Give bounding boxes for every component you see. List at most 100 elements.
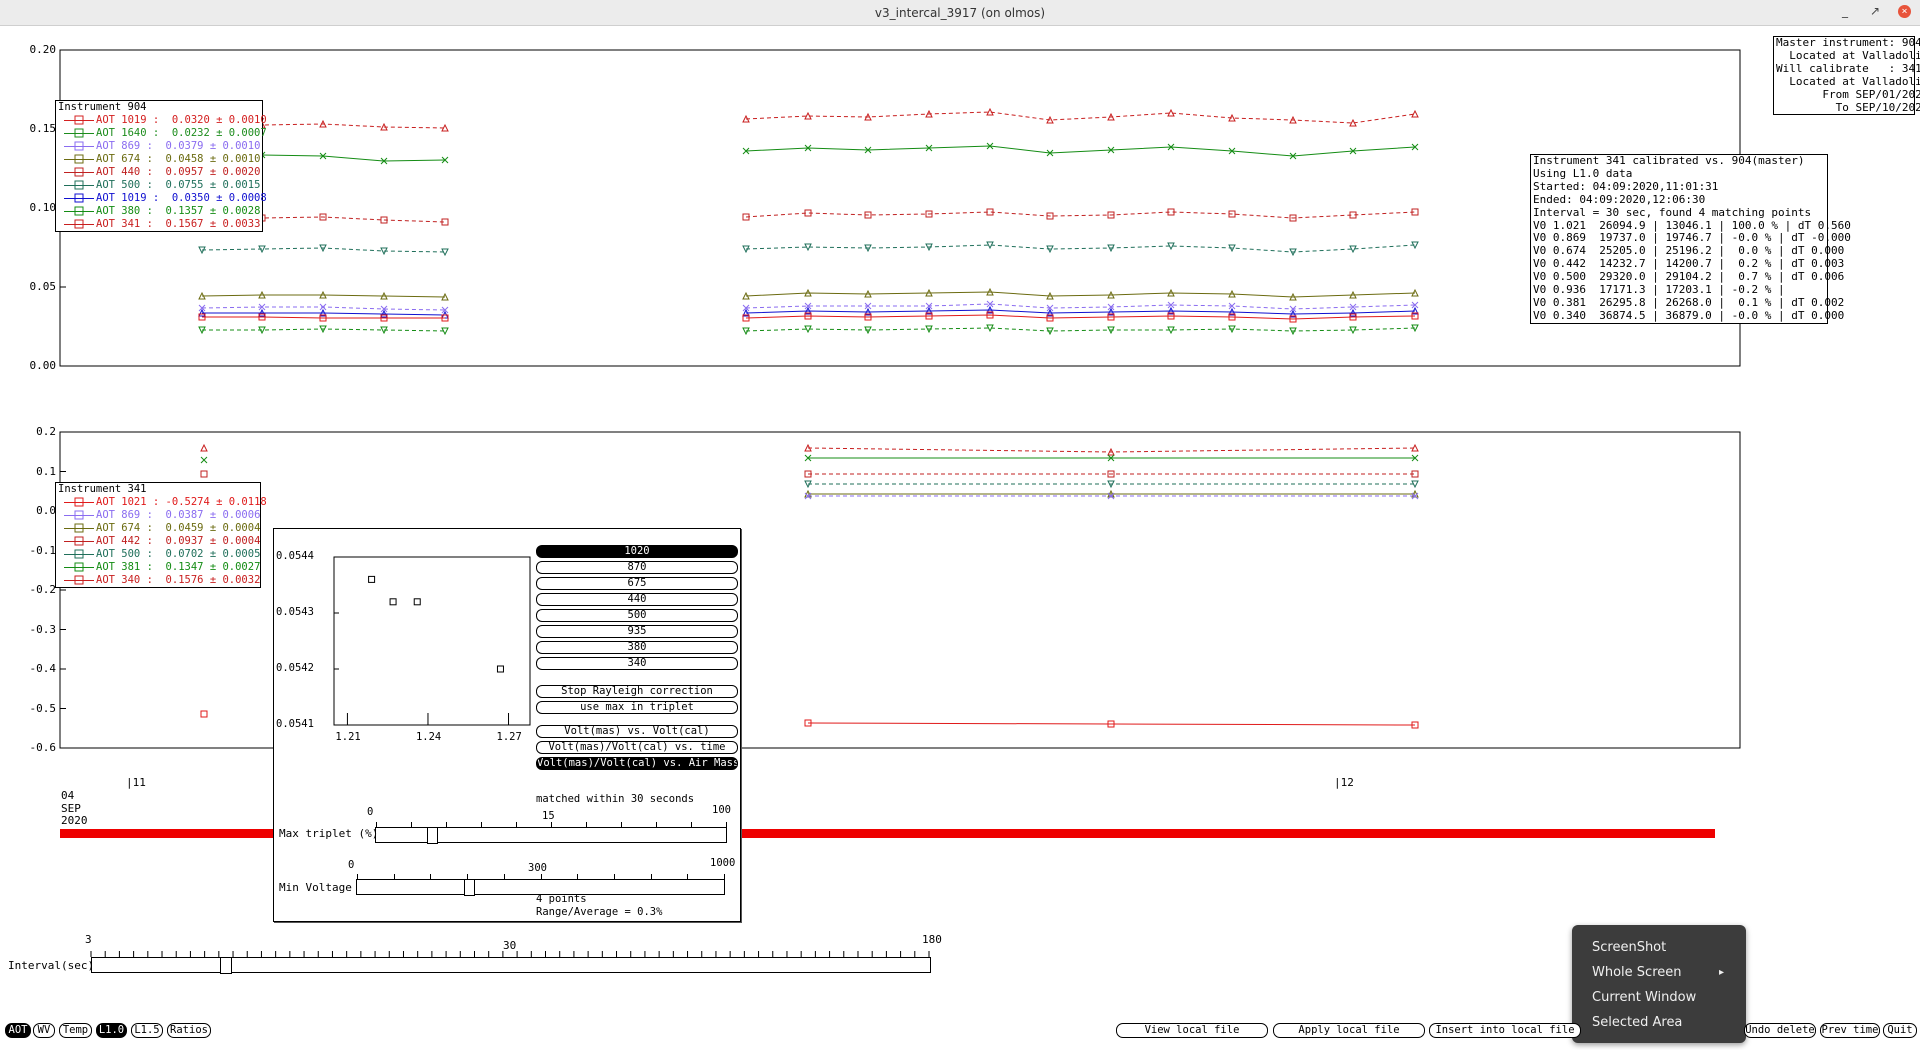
scatter-point bbox=[496, 665, 504, 673]
data-mode-button-l15[interactable]: L1.5 bbox=[131, 1023, 163, 1038]
data-mode-button-ratios[interactable]: Ratios bbox=[167, 1023, 211, 1038]
slider-tick bbox=[376, 822, 377, 828]
slider-tick bbox=[481, 822, 482, 828]
panel-y-tick-label: 0.0542 bbox=[276, 662, 314, 674]
bottom-y-tick-label: 0.1 bbox=[36, 464, 56, 478]
wavelength-button-340[interactable]: 340 bbox=[536, 657, 738, 670]
data-mode-button-aot[interactable]: AOT bbox=[5, 1023, 31, 1038]
slider-thumb[interactable] bbox=[427, 827, 438, 844]
max-triplet-label: Max triplet (%) bbox=[279, 827, 379, 840]
legend-entry: AOT 674 : 0.0458 ± 0.0010 bbox=[56, 153, 262, 166]
menu-item-whole-screen[interactable]: Whole Screen bbox=[1592, 965, 1681, 980]
min-voltage-slider[interactable] bbox=[356, 874, 725, 896]
panel-y-tick-label: 0.0543 bbox=[276, 606, 314, 618]
slider-thumb[interactable] bbox=[220, 957, 232, 974]
undo-delete-button[interactable]: Undo delete bbox=[1744, 1023, 1816, 1038]
apply-local-file-button[interactable]: Apply local file bbox=[1273, 1023, 1425, 1038]
legend-error: ± 0.0004 bbox=[209, 522, 261, 534]
legend-instrument-904: Instrument 904 AOT 1019 : 0.0320 ± 0.001… bbox=[55, 100, 267, 232]
quit-button[interactable]: Quit bbox=[1883, 1023, 1917, 1038]
slider-tick bbox=[726, 822, 727, 828]
legend-value: 0.0350 bbox=[171, 192, 210, 204]
legend-marker-icon bbox=[64, 206, 94, 216]
legend-error: ± 0.0033 bbox=[209, 218, 261, 230]
slider-tick bbox=[516, 822, 517, 828]
legend-value: 0.0458 bbox=[165, 153, 204, 165]
day-11-label: |11 bbox=[126, 776, 146, 789]
slider-tick bbox=[650, 874, 652, 880]
wavelength-button-675[interactable]: 675 bbox=[536, 577, 738, 590]
legend-error: ± 0.0008 bbox=[216, 192, 267, 204]
legend-value: 0.1567 bbox=[165, 218, 204, 230]
view-local-file-button[interactable]: View local file bbox=[1116, 1023, 1268, 1038]
legend-label: AOT 440 : bbox=[96, 166, 166, 178]
legend-value: 0.1357 bbox=[165, 205, 204, 217]
series-line bbox=[198, 142, 1419, 165]
legend-error: ± 0.0010 bbox=[209, 153, 261, 165]
legend-label: AOT 500 : bbox=[96, 548, 166, 560]
stop-rayleigh-button[interactable]: Stop Rayleigh correction bbox=[536, 685, 738, 698]
wavelength-button-500[interactable]: 500 bbox=[536, 609, 738, 622]
legend-value: 0.0702 bbox=[165, 548, 204, 560]
bottom-y-tick-label: 0.0 bbox=[36, 504, 56, 517]
interval-slider[interactable] bbox=[91, 957, 931, 974]
legend-entry: AOT 1021 : -0.5274 ± 0.0118 bbox=[56, 496, 267, 509]
series-line bbox=[198, 208, 1419, 226]
match-status-summary: 4 points Range/Average = 0.3% bbox=[536, 893, 736, 919]
use-max-triplet-button[interactable]: use max in triplet bbox=[536, 701, 738, 714]
wavelength-button-935[interactable]: 935 bbox=[536, 625, 738, 638]
date-label: 04 SEP 2020 bbox=[61, 789, 88, 828]
series-line bbox=[804, 480, 1419, 489]
plot-mode-button[interactable]: Volt(mas)/Volt(cal) vs. Air Mass bbox=[536, 757, 738, 770]
legend-marker-icon bbox=[64, 141, 94, 151]
info-line: Ended: 04:09:2020,12:06:30 bbox=[1533, 192, 1706, 206]
scatter-point bbox=[413, 598, 421, 606]
wavelength-button-380[interactable]: 380 bbox=[536, 641, 738, 654]
series-line bbox=[804, 443, 1419, 456]
min-voltage-min: 0 bbox=[348, 859, 355, 871]
legend-error: ± 0.0010 bbox=[209, 140, 261, 152]
legend-value: 0.1576 bbox=[165, 574, 204, 586]
plot-mode-button[interactable]: Volt(mas) vs. Volt(cal) bbox=[536, 725, 738, 738]
slider-thumb[interactable] bbox=[464, 879, 475, 896]
legend-marker-icon bbox=[64, 575, 94, 585]
legend-marker-icon bbox=[64, 128, 94, 138]
slider-tick bbox=[446, 822, 447, 828]
wavelength-button-870[interactable]: 870 bbox=[536, 561, 738, 574]
slider-tick bbox=[577, 874, 579, 880]
air-mass-plot-frame bbox=[333, 556, 531, 726]
date-day: 04 bbox=[61, 789, 75, 802]
info-line: Started: 04:09:2020,11:01:31 bbox=[1533, 179, 1719, 193]
legend-marker-icon bbox=[64, 193, 94, 203]
series-line bbox=[198, 324, 1419, 336]
info-line: Instrument 341 calibrated vs. 904(master… bbox=[1533, 154, 1805, 167]
legend-marker-icon bbox=[64, 549, 94, 559]
slider-tick bbox=[430, 874, 432, 880]
legend-label: AOT 674 : bbox=[96, 522, 166, 534]
data-mode-button-wv[interactable]: WV bbox=[33, 1023, 55, 1038]
scatter-point bbox=[368, 575, 376, 583]
wavelength-button-440[interactable]: 440 bbox=[536, 593, 738, 606]
wavelength-button-1020[interactable]: 1020 bbox=[536, 545, 738, 558]
legend-value: 0.0379 bbox=[165, 140, 204, 152]
max-triplet-slider[interactable] bbox=[375, 822, 727, 844]
series-line bbox=[804, 719, 1419, 729]
menu-item-selected-area[interactable]: Selected Area bbox=[1592, 1015, 1682, 1030]
menu-item-screenshot[interactable]: ScreenShot bbox=[1592, 940, 1666, 955]
slider-tick bbox=[551, 822, 552, 828]
legend-value: 0.0232 bbox=[171, 127, 210, 139]
calibration-summary-box: Instrument 341 calibrated vs. 904(master… bbox=[1530, 154, 1851, 324]
date-year: 2020 bbox=[61, 814, 88, 827]
legend-marker-icon bbox=[64, 536, 94, 546]
interval-max: 180 bbox=[922, 933, 942, 946]
panel-x-tick-label: 1.24 bbox=[415, 731, 442, 743]
plot-mode-button[interactable]: Volt(mas)/Volt(cal) vs. time bbox=[536, 741, 738, 754]
panel-y-tick-label: 0.0541 bbox=[276, 718, 314, 730]
menu-item-current-window[interactable]: Current Window bbox=[1592, 990, 1696, 1005]
prev-time-button[interactable]: Prev time bbox=[1820, 1023, 1880, 1038]
slider-tick bbox=[540, 874, 542, 880]
data-mode-button-l10[interactable]: L1.0 bbox=[96, 1023, 127, 1038]
insert-into-local-file-button[interactable]: Insert into local file bbox=[1429, 1023, 1581, 1038]
info-line: Will calibrate : 341 bbox=[1776, 61, 1920, 75]
data-mode-button-temp[interactable]: Temp bbox=[59, 1023, 92, 1038]
